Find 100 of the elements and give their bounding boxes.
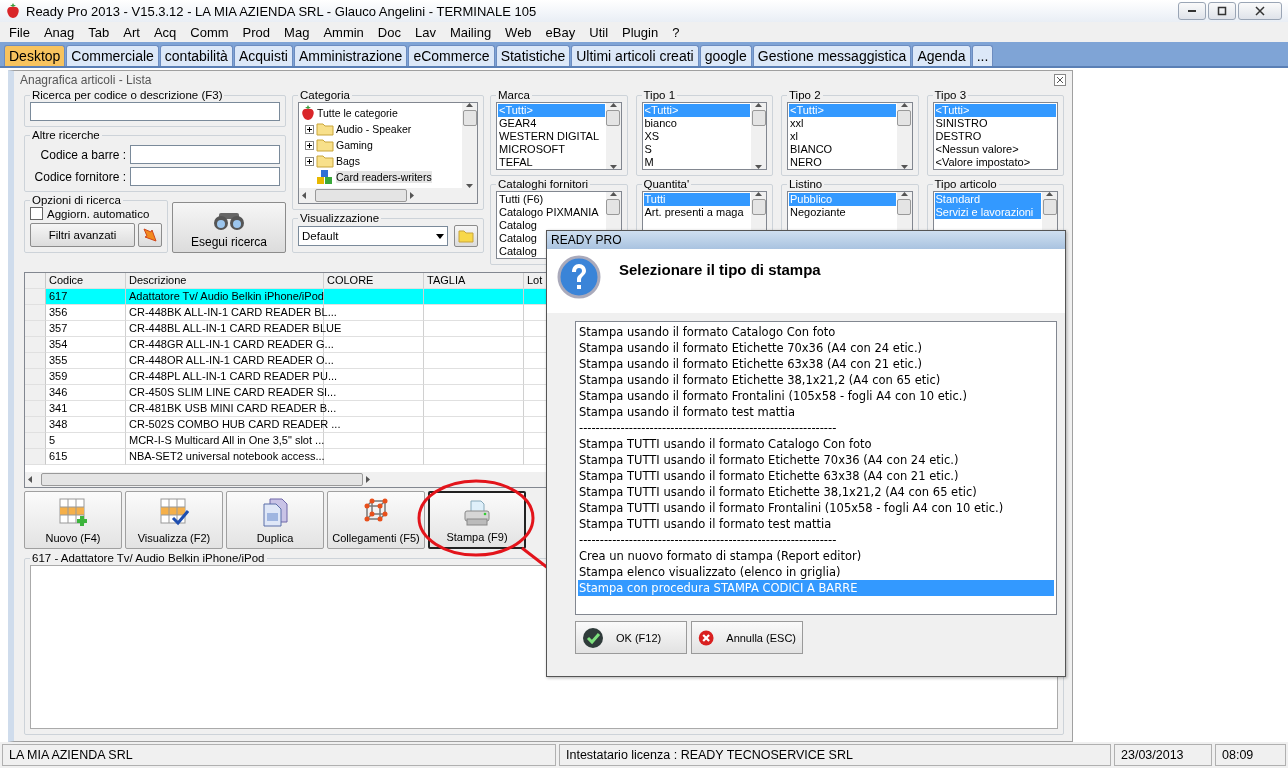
scroll-up-icon[interactable]	[900, 103, 908, 107]
scroll-left-icon[interactable]	[28, 476, 32, 483]
tab[interactable]: Statistiche	[495, 45, 571, 66]
tree-item[interactable]: Gaming	[336, 139, 373, 151]
scrollbar-thumb[interactable]	[462, 110, 477, 126]
tab[interactable]: Agenda	[912, 45, 971, 66]
scroll-down-icon[interactable]	[900, 165, 908, 169]
list-item[interactable]: xl	[789, 130, 896, 143]
vertical-scrollbar[interactable]	[605, 103, 621, 169]
menu-item[interactable]: ?	[665, 24, 687, 40]
input-field[interactable]	[130, 145, 280, 164]
list-item[interactable]: MICROSOFT	[498, 143, 605, 156]
tab[interactable]: Ultimi articoli creati	[571, 45, 699, 66]
scroll-left-icon[interactable]	[302, 192, 306, 199]
expand-icon[interactable]	[305, 140, 314, 150]
tab[interactable]: Acquisti	[233, 45, 293, 66]
scrollbar-thumb[interactable]	[751, 199, 766, 215]
menu-item[interactable]: Ammin	[316, 24, 371, 40]
maximize-button[interactable]	[1208, 2, 1236, 20]
horizontal-scrollbar[interactable]	[299, 188, 477, 203]
menu-item[interactable]: Mag	[277, 24, 317, 40]
minimize-button[interactable]	[1178, 2, 1206, 20]
scrollbar-thumb[interactable]	[41, 473, 363, 486]
scroll-up-icon[interactable]	[1046, 192, 1053, 196]
toolbar-button[interactable]: Stampa (F9)	[428, 491, 526, 549]
ok-button[interactable]: OK (F12)	[575, 621, 687, 654]
list-item[interactable]: DESTRO	[934, 130, 1056, 143]
menu-item[interactable]: Util	[582, 24, 616, 40]
tree-item[interactable]: Card readers-writers	[336, 171, 432, 183]
list-item[interactable]: BIANCO	[789, 143, 896, 156]
menu-item[interactable]: Art	[116, 24, 147, 40]
list-item[interactable]: xxl	[789, 117, 896, 130]
menu-item[interactable]: Prod	[235, 24, 278, 40]
tab[interactable]: Amministrazione	[293, 45, 408, 66]
vertical-scrollbar[interactable]	[896, 103, 912, 169]
scrollbar-thumb[interactable]	[315, 189, 407, 202]
close-button[interactable]	[1054, 74, 1066, 86]
arrow-button[interactable]	[138, 223, 162, 247]
scroll-up-icon[interactable]	[755, 103, 762, 107]
scroll-right-icon[interactable]	[410, 192, 414, 199]
list-item[interactable]: Stampa usando il formato Etichette 70x36 (A4 con 24 etic.)	[578, 340, 1054, 356]
checkbox[interactable]	[30, 207, 43, 220]
list-item[interactable]: Stampa usando il formato Etichette 63x38 (A4 con 21 etic.)	[578, 356, 1054, 372]
list-item[interactable]: M	[643, 156, 750, 169]
search-button[interactable]: Esegui ricerca	[172, 202, 286, 253]
list-item[interactable]: Crea un nuovo formato di stampa (Report editor)	[578, 548, 1054, 564]
menu-item[interactable]: Lav	[407, 24, 443, 40]
menu-item[interactable]: Web	[498, 24, 539, 40]
list-item[interactable]: GEAR4	[498, 117, 605, 130]
list-item[interactable]: <Nessun valore>	[934, 143, 1056, 156]
scroll-down-icon[interactable]	[609, 165, 617, 169]
menu-item[interactable]: Acq	[146, 24, 184, 40]
list-item[interactable]: Stampa TUTTI usando il formato Etichette 38,1x21,2 (A4 con 65 etic)	[578, 484, 1054, 500]
tab[interactable]: eCommerce	[408, 45, 495, 66]
advanced-filters-button[interactable]: Filtri avanzati	[30, 223, 135, 247]
toolbar-button[interactable]: Duplica	[226, 491, 324, 549]
list-item[interactable]: Catalogo PIXMANIA	[498, 206, 605, 219]
list-item[interactable]: Stampa usando il formato Catalogo Con foto	[578, 324, 1054, 340]
list-item[interactable]: S	[643, 143, 750, 156]
scroll-up-icon[interactable]	[609, 103, 617, 107]
menu-item[interactable]: Comm	[183, 24, 236, 40]
folder-button[interactable]	[454, 225, 478, 247]
list-item[interactable]: Catalog	[498, 219, 605, 232]
list-item[interactable]: TEFAL	[498, 156, 605, 169]
list-item[interactable]: Stampa usando il formato Frontalini (105x58 - fogli A4 con 10 etic.)	[578, 388, 1054, 404]
view-dropdown[interactable]: Default	[298, 226, 448, 246]
scroll-up-icon[interactable]	[900, 192, 908, 196]
vertical-scrollbar[interactable]	[462, 103, 477, 188]
expand-icon[interactable]	[305, 156, 314, 166]
list-item[interactable]: Stampa TUTTI usando il formato Catalogo Con foto	[578, 436, 1054, 452]
expand-icon[interactable]	[305, 124, 314, 134]
scroll-up-icon[interactable]	[755, 192, 762, 196]
menu-item[interactable]: Mailing	[442, 24, 499, 40]
list-item[interactable]: --------------------------------------------------------------	[578, 532, 1054, 548]
tab[interactable]: google	[699, 45, 752, 66]
tree-item[interactable]: Bags	[336, 155, 360, 167]
menu-item[interactable]: Anag	[36, 24, 82, 40]
list-item[interactable]: Negoziante	[789, 206, 896, 219]
list-item[interactable]: Stampa elenco visualizzato (elenco in griglia)	[578, 564, 1054, 580]
tab[interactable]: contabilità	[159, 45, 233, 66]
close-button[interactable]	[1238, 2, 1282, 20]
input-field[interactable]	[130, 167, 280, 186]
list-item[interactable]: NERO	[789, 156, 896, 169]
toolbar-button[interactable]: Nuovo (F4)	[24, 491, 122, 549]
scrollbar-thumb[interactable]	[1042, 199, 1057, 215]
menu-item[interactable]: Tab	[81, 24, 117, 40]
scroll-up-icon[interactable]	[609, 192, 617, 196]
list-item[interactable]: Art. presenti a maga	[643, 206, 750, 219]
scroll-down-icon[interactable]	[755, 165, 762, 169]
toolbar-button[interactable]: Collegamenti (F5)	[327, 491, 425, 549]
scrollbar-thumb[interactable]	[606, 110, 620, 126]
list-item[interactable]: --------------------------------------------------------------	[578, 420, 1054, 436]
list-item[interactable]: Stampa TUTTI usando il formato test mattia	[578, 516, 1054, 532]
list-item[interactable]: XS	[643, 130, 750, 143]
list-item[interactable]: Tutti (F6)	[498, 193, 605, 206]
scrollbar-thumb[interactable]	[897, 110, 911, 126]
list-item[interactable]: <Valore impostato>	[934, 156, 1056, 169]
list-item[interactable]: Stampa TUTTI usando il formato Etichette 70x36 (A4 con 24 etic.)	[578, 452, 1054, 468]
search-field[interactable]	[30, 102, 280, 121]
cancel-button[interactable]: Annulla (ESC)	[691, 621, 803, 654]
